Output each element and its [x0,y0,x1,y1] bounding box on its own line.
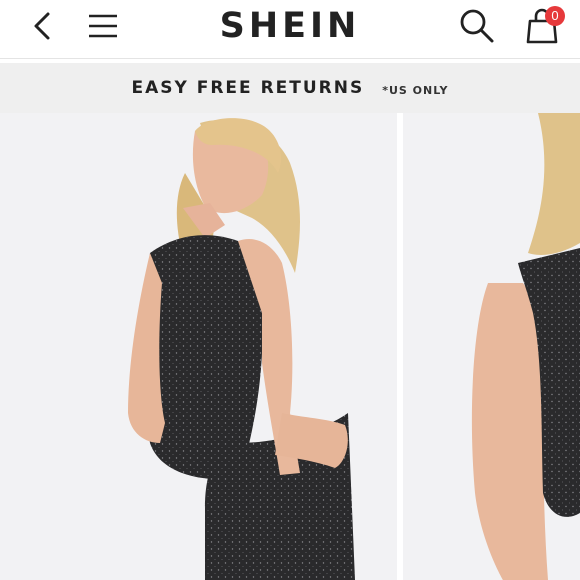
shopping-bag-button[interactable]: 0 [518,4,566,48]
product-image-secondary[interactable] [403,113,580,580]
promo-note: *US ONLY [382,83,449,97]
search-icon [460,9,494,43]
cart-count-badge: 0 [545,6,565,26]
product-image-gallery[interactable] [0,113,580,580]
top-navigation-bar: SHEIN 0 [0,0,580,59]
product-image-main[interactable] [0,113,397,580]
promo-banner[interactable]: EASY FREE RETURNS *US ONLY [0,63,580,113]
search-button[interactable] [456,6,498,46]
promo-title: EASY FREE RETURNS [131,78,365,98]
